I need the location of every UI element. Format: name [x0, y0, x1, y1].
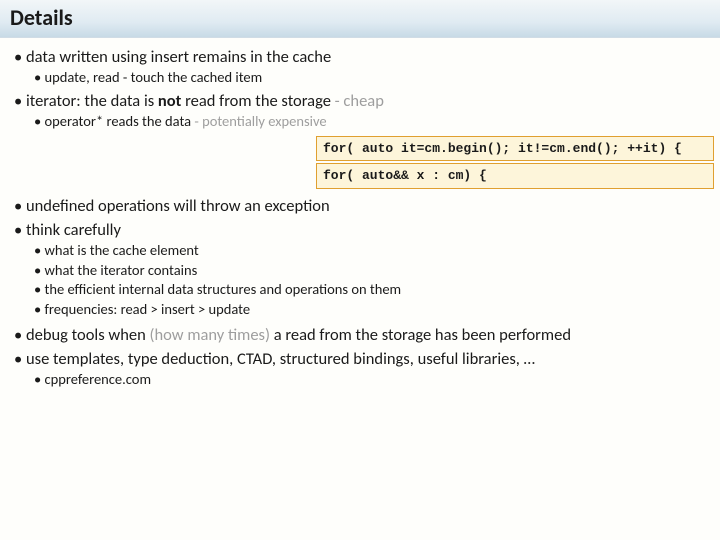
text-part2: a read from the storage has been perform…	[270, 325, 571, 345]
text-part2: read from the storage	[181, 91, 331, 111]
bullet-insert-cache: data written using insert remains in the…	[14, 46, 714, 88]
code-line-range-for: for( auto&& x : cm) {	[316, 163, 714, 189]
bullet-iterator: iterator: the data is not read from the …	[14, 90, 714, 132]
text-part1: iterator: the data is	[26, 91, 158, 111]
bullet-think-carefully: think carefully what is the cache elemen…	[14, 219, 714, 320]
bullet-debug-tools: debug tools when (how many times) a read…	[14, 324, 714, 346]
subsub-frequencies: frequencies: read > insert > update	[34, 300, 714, 320]
text-part1: debug tools when	[26, 325, 150, 345]
text: think carefully	[26, 220, 121, 240]
text-cheap: - cheap	[331, 91, 384, 111]
text-bold-not: not	[158, 91, 181, 111]
bullet-undefined-ops: undefined operations will throw an excep…	[14, 195, 714, 217]
text: operator* reads the data	[45, 112, 192, 130]
slide-body: data written using insert remains in the…	[0, 38, 720, 398]
code-block: for( auto it=cm.begin(); it!=cm.end(); +…	[316, 136, 714, 189]
sub-operator-star: operator* reads the data - potentially e…	[34, 112, 714, 132]
text: use templates, type deduction, CTAD, str…	[26, 349, 535, 369]
text-expensive: - potentially expensive	[191, 112, 327, 130]
sub-data-structures: the efficient internal data structures a…	[34, 280, 714, 300]
code-line-for-iterator: for( auto it=cm.begin(); it!=cm.end(); +…	[316, 136, 714, 162]
sub-update-read: update, read - touch the cached item	[34, 68, 714, 88]
sub-cache-element: what is the cache element	[34, 241, 714, 261]
bullet-use-templates: use templates, type deduction, CTAD, str…	[14, 348, 714, 390]
sub-cppreference: cppreference.com	[34, 370, 714, 390]
text-how-many-times: (how many times)	[149, 325, 270, 345]
slide-title: Details	[0, 0, 720, 38]
sub-iterator-contains: what the iterator contains	[34, 261, 714, 281]
text: data written using insert remains in the…	[26, 47, 331, 67]
